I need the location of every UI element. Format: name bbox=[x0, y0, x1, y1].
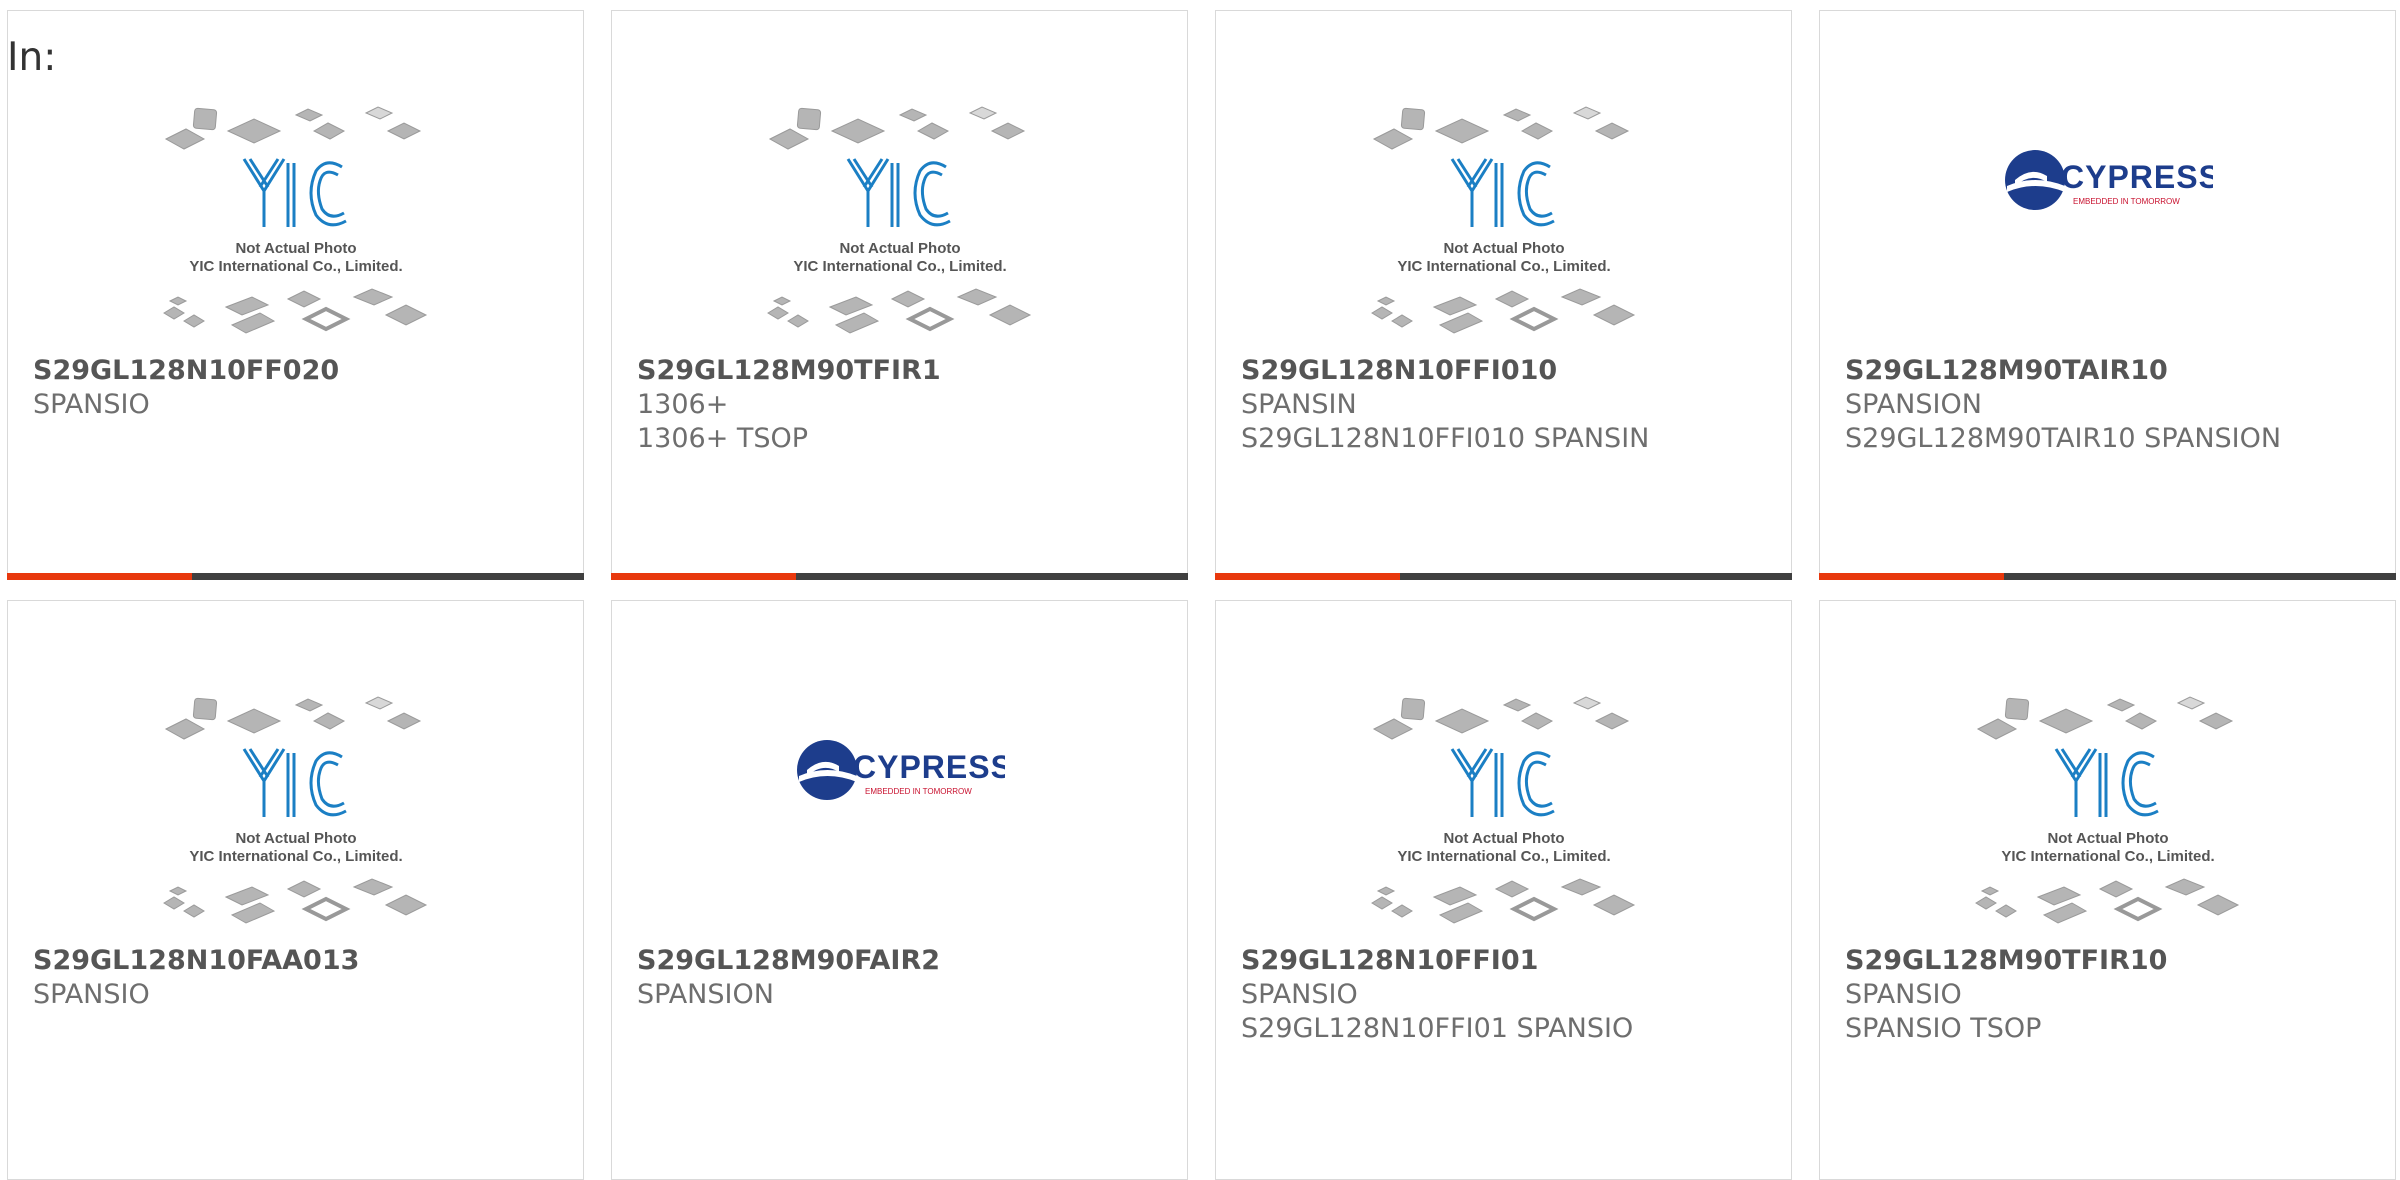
product-description: 1306+ TSOP bbox=[637, 423, 809, 454]
product-part-number[interactable]: S29GL128N10FF020 bbox=[33, 355, 339, 386]
product-image: CYPRESS EMBEDDED IN TOMORROW bbox=[1820, 101, 2395, 351]
product-manufacturer: SPANSIO bbox=[33, 389, 150, 420]
placeholder-line1: Not Actual Photo bbox=[1443, 240, 1564, 257]
svg-text:CYPRESS: CYPRESS bbox=[853, 749, 1005, 785]
product-card[interactable]: Not Actual Photo YIC International Co., … bbox=[611, 10, 1188, 580]
product-manufacturer: SPANSIO bbox=[33, 979, 150, 1010]
product-part-number[interactable]: S29GL128M90TFIR1 bbox=[637, 355, 941, 386]
product-manufacturer: SPANSIO bbox=[1241, 979, 1358, 1010]
product-description: S29GL128N10FFI010 SPANSIN bbox=[1241, 423, 1650, 454]
svg-text:EMBEDDED IN TOMORROW: EMBEDDED IN TOMORROW bbox=[2073, 197, 2180, 206]
in-label: In: bbox=[7, 35, 57, 80]
product-description: S29GL128M90TAIR10 SPANSION bbox=[1845, 423, 2282, 454]
product-card[interactable]: CYPRESS EMBEDDED IN TOMORROW S29GL128M90… bbox=[611, 600, 1188, 1180]
product-manufacturer: SPANSIN bbox=[1241, 389, 1357, 420]
product-image: Not Actual Photo YIC International Co., … bbox=[1820, 691, 2395, 941]
product-image: CYPRESS EMBEDDED IN TOMORROW bbox=[612, 691, 1187, 941]
product-manufacturer: SPANSIO bbox=[1845, 979, 1962, 1010]
product-part-number[interactable]: S29GL128M90TFIR10 bbox=[1845, 945, 2167, 976]
product-manufacturer: SPANSION bbox=[637, 979, 774, 1010]
product-card[interactable]: Not Actual Photo YIC International Co., … bbox=[1215, 600, 1792, 1180]
placeholder-line1: Not Actual Photo bbox=[1443, 830, 1564, 847]
product-image: Not Actual Photo YIC International Co., … bbox=[8, 101, 583, 351]
placeholder-line1: Not Actual Photo bbox=[2047, 830, 2168, 847]
placeholder-line1: Not Actual Photo bbox=[839, 240, 960, 257]
svg-text:EMBEDDED IN TOMORROW: EMBEDDED IN TOMORROW bbox=[865, 787, 972, 796]
product-card[interactable]: Not Actual Photo YIC International Co., … bbox=[7, 10, 584, 580]
placeholder-line1: Not Actual Photo bbox=[235, 830, 356, 847]
product-card[interactable]: Not Actual Photo YIC International Co., … bbox=[7, 600, 584, 1180]
yic-logo bbox=[242, 158, 347, 227]
placeholder-line2: YIC International Co., Limited. bbox=[1397, 848, 1610, 865]
product-image: Not Actual Photo YIC International Co., … bbox=[1216, 101, 1791, 351]
yic-placeholder-image: Not Actual Photo YIC International Co., … bbox=[162, 696, 427, 924]
product-part-number[interactable]: S29GL128N10FAA013 bbox=[33, 945, 359, 976]
product-part-number[interactable]: S29GL128N10FFI01 bbox=[1241, 945, 1538, 976]
yic-logo bbox=[1450, 158, 1555, 227]
product-part-number[interactable]: S29GL128N10FFI010 bbox=[1241, 355, 1557, 386]
yic-logo bbox=[846, 158, 951, 227]
yic-logo bbox=[242, 748, 347, 817]
product-card[interactable]: Not Actual Photo YIC International Co., … bbox=[1215, 10, 1792, 580]
card-accent-bar bbox=[1215, 573, 1792, 580]
yic-placeholder-image: Not Actual Photo YIC International Co., … bbox=[766, 106, 1031, 334]
yic-placeholder-image: Not Actual Photo YIC International Co., … bbox=[1370, 106, 1635, 334]
product-card[interactable]: Not Actual Photo YIC International Co., … bbox=[1819, 600, 2396, 1180]
product-card[interactable]: CYPRESS EMBEDDED IN TOMORROW S29GL128M90… bbox=[1819, 10, 2396, 580]
yic-placeholder-image: Not Actual Photo YIC International Co., … bbox=[162, 106, 427, 334]
card-accent-bar bbox=[7, 573, 584, 580]
svg-text:CYPRESS: CYPRESS bbox=[2061, 159, 2213, 195]
placeholder-line2: YIC International Co., Limited. bbox=[189, 848, 402, 865]
yic-logo bbox=[2054, 748, 2159, 817]
yic-placeholder-image: Not Actual Photo YIC International Co., … bbox=[1974, 696, 2239, 924]
product-part-number[interactable]: S29GL128M90TAIR10 bbox=[1845, 355, 2168, 386]
cypress-logo: CYPRESS EMBEDDED IN TOMORROW bbox=[2004, 150, 2213, 210]
placeholder-line1: Not Actual Photo bbox=[235, 240, 356, 257]
placeholder-line2: YIC International Co., Limited. bbox=[793, 258, 1006, 275]
cypress-logo: CYPRESS EMBEDDED IN TOMORROW bbox=[796, 740, 1005, 800]
placeholder-line2: YIC International Co., Limited. bbox=[1397, 258, 1610, 275]
yic-logo bbox=[1450, 748, 1555, 817]
product-image: Not Actual Photo YIC International Co., … bbox=[612, 101, 1187, 351]
placeholder-line2: YIC International Co., Limited. bbox=[2001, 848, 2214, 865]
yic-placeholder-image: Not Actual Photo YIC International Co., … bbox=[1370, 696, 1635, 924]
product-description: S29GL128N10FFI01 SPANSIO bbox=[1241, 1013, 1634, 1044]
product-image: Not Actual Photo YIC International Co., … bbox=[8, 691, 583, 941]
product-description: SPANSIO TSOP bbox=[1845, 1013, 2042, 1044]
product-image: Not Actual Photo YIC International Co., … bbox=[1216, 691, 1791, 941]
product-part-number[interactable]: S29GL128M90FAIR2 bbox=[637, 945, 940, 976]
product-manufacturer: 1306+ bbox=[637, 389, 729, 420]
placeholder-line2: YIC International Co., Limited. bbox=[189, 258, 402, 275]
card-accent-bar bbox=[1819, 573, 2396, 580]
card-accent-bar bbox=[611, 573, 1188, 580]
product-manufacturer: SPANSION bbox=[1845, 389, 1982, 420]
